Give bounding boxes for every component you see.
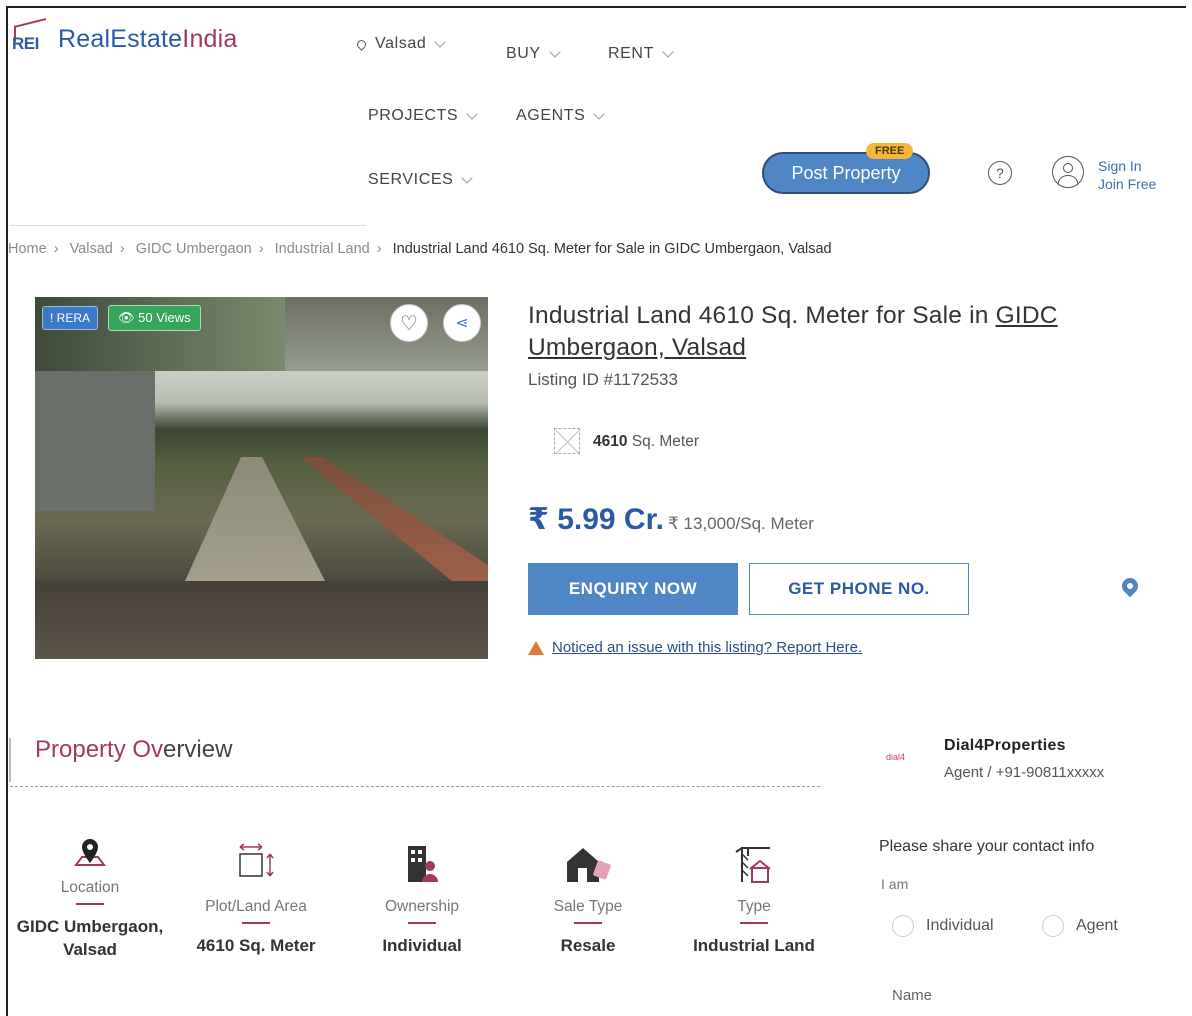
breadcrumb-gidc[interactable]: GIDC Umbergaon (136, 241, 252, 257)
city-selector[interactable]: Valsad (355, 35, 447, 53)
enquiry-now-button[interactable]: ENQUIRY NOW (528, 563, 738, 615)
warning-icon (528, 640, 544, 655)
logo-name: RealEstateIndia (58, 24, 238, 53)
i-am-label: I am (881, 876, 909, 892)
chevron-down-icon (466, 107, 478, 120)
radio-individual[interactable]: Individual (892, 915, 994, 937)
chevron-down-icon (461, 171, 474, 184)
agent-logo[interactable]: dial4 (886, 752, 905, 762)
site-logo[interactable]: REI RealEstateIndia (12, 18, 238, 56)
overview-plot-area: Plot/Land Area 4610 Sq. Meter (181, 836, 331, 957)
report-issue[interactable]: Noticed an issue with this listing? Repo… (528, 639, 862, 656)
property-overview-title: Property Overview (35, 736, 233, 763)
header-divider (10, 225, 366, 226)
area-value: 4610 Sq. Meter (593, 433, 699, 450)
overview-type: Type Industrial Land (679, 836, 829, 957)
share-icon[interactable]: ⋖ (443, 304, 481, 342)
user-icon[interactable] (1052, 156, 1084, 188)
help-icon[interactable]: ? (988, 161, 1012, 185)
breadcrumb-valsad[interactable]: Valsad (70, 241, 113, 257)
nav-services[interactable]: SERVICES (368, 171, 474, 189)
location-pin-icon (355, 37, 368, 51)
price: ₹ 5.99 Cr. (528, 503, 664, 536)
account-links: Sign In Join Free (1098, 157, 1156, 193)
area-icon (554, 428, 580, 454)
listing-id: Listing ID #1172533 (528, 370, 678, 389)
city-label: Valsad (375, 35, 427, 52)
views-badge: 👁 50 Views (108, 305, 201, 331)
location-pin-icon (15, 825, 165, 875)
overview-sale-type: Sale Type Resale (513, 836, 663, 957)
contact-heading: Please share your contact info (879, 838, 1095, 855)
overview-location: Location GIDC Umbergaon, Valsad (15, 825, 165, 961)
radio-agent[interactable]: Agent (1042, 915, 1118, 937)
free-badge: FREE (866, 143, 914, 159)
plot-area-icon (181, 836, 331, 886)
breadcrumb-industrial-land[interactable]: Industrial Land (275, 241, 370, 257)
agent-name[interactable]: Dial4Properties (944, 737, 1066, 755)
chevron-down-icon (593, 107, 606, 120)
crane-icon (679, 836, 829, 886)
breadcrumb-current: Industrial Land 4610 Sq. Meter for Sale … (392, 241, 832, 257)
logo-mark: REI (12, 18, 48, 56)
nav-rent[interactable]: RENT (608, 45, 674, 63)
nav-projects[interactable]: PROJECTS (368, 107, 478, 125)
sign-in-link[interactable]: Sign In (1098, 157, 1156, 175)
overview-divider (10, 786, 820, 787)
chevron-down-icon (549, 45, 561, 58)
rera-badge: ! RERA (42, 306, 99, 330)
favorite-heart-icon[interactable]: ♡ (390, 304, 428, 342)
price-per-unit: ₹ 13,000/Sq. Meter (668, 514, 814, 533)
house-sale-icon (513, 836, 663, 886)
join-free-link[interactable]: Join Free (1098, 175, 1156, 193)
get-phone-button[interactable]: GET PHONE NO. (749, 563, 969, 615)
agent-phone: Agent / +91-90811xxxxx (944, 764, 1105, 781)
ownership-icon (347, 836, 497, 886)
chevron-down-icon (662, 45, 674, 58)
breadcrumb-home[interactable]: Home (8, 241, 47, 257)
report-link[interactable]: Noticed an issue with this listing? Repo… (552, 639, 862, 656)
eye-icon: 👁 (118, 310, 139, 325)
listing-title: Industrial Land 4610 Sq. Meter for Sale … (528, 302, 1058, 361)
chevron-down-icon (434, 35, 447, 48)
overview-accent-bar (9, 738, 11, 782)
name-label: Name (892, 987, 933, 1004)
breadcrumb: Home › Valsad › GIDC Umbergaon › Industrial… (8, 241, 832, 257)
nav-agents[interactable]: AGENTS (516, 107, 606, 125)
property-photo[interactable] (35, 297, 488, 659)
nav-buy[interactable]: BUY (506, 45, 561, 63)
overview-ownership: Ownership Individual (347, 836, 497, 957)
